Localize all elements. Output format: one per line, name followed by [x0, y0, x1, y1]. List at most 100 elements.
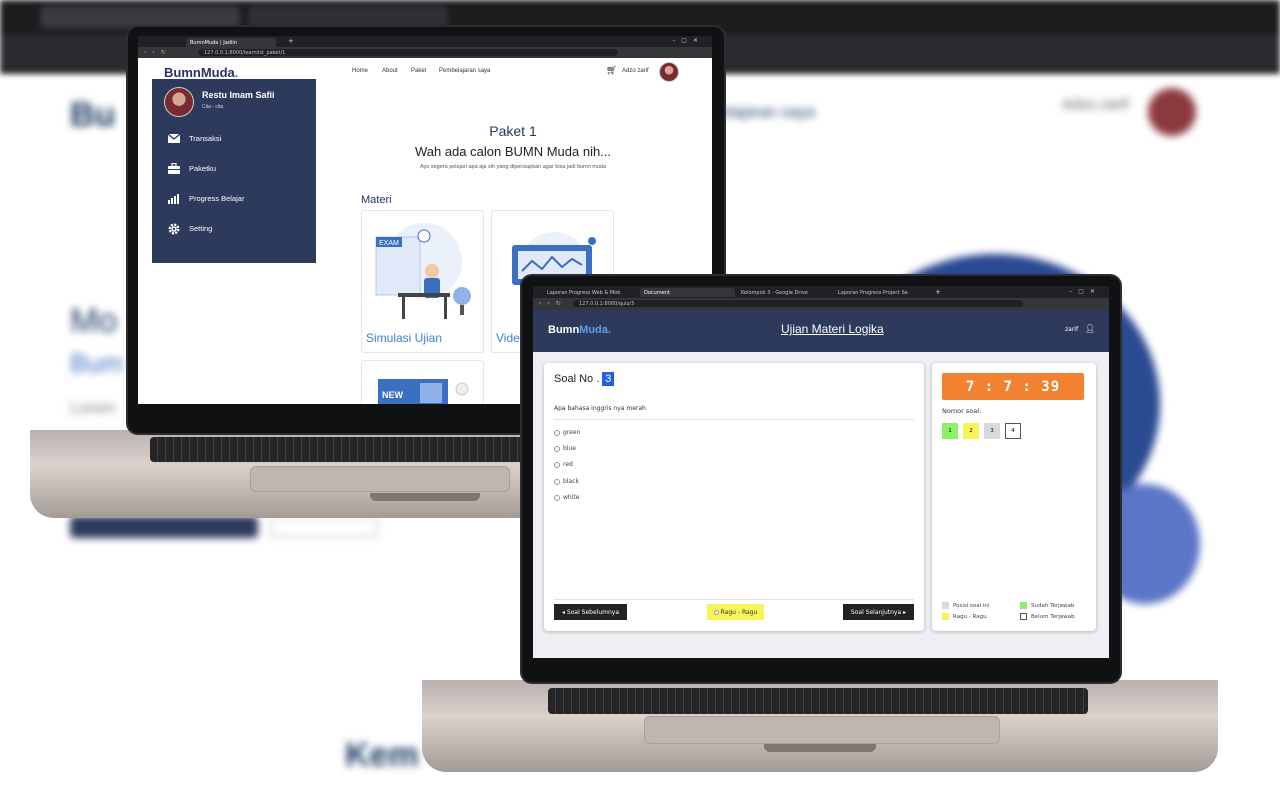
laptop-2-trackpad	[644, 716, 1000, 744]
radio-icon[interactable]	[554, 478, 560, 485]
page-subtitle: Ayo segera pelajari apa aja sih yang dip…	[419, 164, 607, 170]
sidebar: Restu Imam Safii Cita - cita Transaksi P…	[152, 79, 316, 263]
nav-avatar[interactable]	[659, 62, 679, 82]
sidebar-avatar	[164, 87, 194, 117]
nav-arrows-icon[interactable]: ‹›↻	[539, 300, 567, 307]
nav-link-pembelajaran[interactable]: Pembelajaran saya	[439, 68, 490, 74]
doubt-button[interactable]: Ragu - Ragu	[707, 604, 764, 620]
option-label: red	[563, 461, 573, 468]
browser-tab[interactable]: Laporan Progress Web & Mob	[543, 288, 638, 297]
laptop-2-hinge	[764, 744, 876, 752]
background-subheadline: Bum	[70, 348, 124, 378]
user-icon[interactable]: 👤︎	[1085, 324, 1095, 333]
legend-label: Posisi soal ini	[953, 602, 990, 609]
radio-icon[interactable]	[554, 461, 560, 468]
legend-swatch	[942, 602, 949, 609]
tab-title: Kelompok 3 - Google Drive	[741, 290, 808, 296]
quiz-logo[interactable]: BumnMuda.	[548, 324, 611, 336]
page-headline: Wah ada calon BUMN Muda nih...	[414, 144, 612, 159]
sidebar-item-label: Progress Belajar	[189, 194, 245, 203]
laptop-1-trackpad	[250, 466, 510, 492]
legend-swatch	[1020, 613, 1027, 620]
browser-tab[interactable]: BumnMuda | Jadiin	[186, 38, 276, 47]
next-question-button[interactable]: Soal Selanjutnya ▸	[843, 604, 914, 620]
nav-link-home[interactable]: Home	[352, 68, 368, 74]
window-controls-icon[interactable]: –▢✕	[672, 37, 704, 44]
nav-link-paket[interactable]: Paket	[411, 68, 426, 74]
header-user-name[interactable]: zarif	[1065, 326, 1078, 333]
divider	[554, 419, 914, 420]
sidebar-item-label: Paketku	[189, 164, 217, 173]
tab-title: BumnMuda | Jadiin	[190, 40, 237, 46]
address-bar[interactable]: 127.0.0.1:8000/quiz/3	[573, 300, 1023, 307]
answer-option[interactable]: green	[554, 429, 580, 436]
sidebar-item-transaksi[interactable]: Transaksi	[167, 133, 221, 144]
nav-arrows-icon[interactable]: ‹›↻	[144, 49, 172, 56]
new-tab-icon[interactable]: +	[288, 37, 294, 45]
nav-link-about[interactable]: About	[382, 68, 398, 74]
materi-label: Materi	[361, 194, 392, 206]
browser-tab-active[interactable]: Document	[640, 288, 735, 297]
mail-icon	[167, 133, 181, 144]
address-text: 127.0.0.1:8000/learnlist_paket/1	[204, 50, 286, 56]
legend-item: Ragu - Ragu	[942, 613, 987, 620]
laptop-1-browser-chrome: BumnMuda | Jadiin + –▢✕ ‹›↻ 127.0.0.1:80…	[138, 36, 712, 58]
question-number-badge: 3	[602, 372, 615, 386]
laptop-2-screen: Laporan Progress Web & Mob Document Kelo…	[533, 286, 1109, 658]
question-number-button[interactable]: 2	[963, 423, 979, 439]
card-title: Simulasi Ujian	[366, 331, 443, 345]
legend-swatch	[942, 613, 949, 620]
address-text: 127.0.0.1:8000/quiz/3	[579, 301, 635, 307]
answer-option[interactable]: white	[554, 494, 579, 501]
cart-icon[interactable]: 🛒︎	[606, 66, 617, 76]
background-button	[70, 516, 258, 538]
laptop-2-browser-chrome: Laporan Progress Web & Mob Document Kelo…	[533, 286, 1109, 310]
sidebar-item-setting[interactable]: Setting	[168, 223, 213, 235]
window-controls-icon[interactable]: –▢✕	[1069, 288, 1101, 295]
nav-user-name[interactable]: Adzo zarif	[622, 68, 649, 74]
divider	[554, 599, 914, 600]
radio-icon[interactable]	[554, 494, 560, 501]
question-text: Apa bahasa inggris nya merah	[554, 405, 646, 412]
site-logo[interactable]: BumnMuda.	[164, 65, 238, 80]
briefcase-icon	[168, 162, 180, 174]
new-illustration: NEW	[378, 379, 469, 404]
answer-option[interactable]: red	[554, 461, 573, 468]
tab-title: Laporan Progress Project Se	[838, 290, 908, 296]
question-label: Soal No .	[554, 373, 600, 385]
exam-illustration-text: EXAM	[379, 240, 399, 247]
background-nav-text: elajaran saya	[720, 104, 816, 121]
countdown-timer: 7 : 7 : 39	[942, 373, 1084, 400]
sidebar-item-progress[interactable]: Progress Belajar	[168, 193, 244, 204]
quiz-page: BumnMuda. Ujian Materi Logika zarif 👤︎ S…	[533, 310, 1109, 658]
question-number-button[interactable]: 1	[942, 423, 958, 439]
sidebar-item-label: Setting	[189, 224, 213, 233]
card-title: Vide	[496, 331, 520, 345]
legend-swatch	[1020, 602, 1027, 609]
button-label: Soal Sebelumnya	[566, 608, 619, 616]
tab-title: Document	[644, 290, 670, 296]
radio-icon[interactable]	[554, 429, 560, 436]
quiz-title: Ujian Materi Logika	[781, 322, 884, 336]
prev-question-button[interactable]: ◂ Soal Sebelumnya	[554, 604, 627, 620]
question-number-button[interactable]: 4	[1005, 423, 1021, 439]
browser-tab[interactable]: Kelompok 3 - Google Drive	[737, 288, 832, 297]
legend-item: Belum Terjawab	[1020, 613, 1075, 620]
card-simulasi-ujian[interactable]: EXAM Simulasi Ujian	[361, 210, 484, 353]
radio-icon[interactable]	[554, 445, 560, 452]
background-button-outline	[270, 516, 378, 538]
button-label: Ragu - Ragu	[720, 608, 758, 616]
answer-option[interactable]: blue	[554, 445, 576, 452]
question-number-button[interactable]: 3	[984, 423, 1000, 439]
sidebar-item-paketku[interactable]: Paketku	[168, 162, 217, 174]
page-title: Paket 1	[489, 123, 537, 139]
address-bar[interactable]: 127.0.0.1:8000/learnlist_paket/1	[198, 49, 618, 56]
numbers-label: Nomor soal:	[942, 407, 982, 415]
option-label: green	[563, 429, 581, 436]
new-tab-icon[interactable]: +	[935, 288, 941, 296]
card-new[interactable]: NEW	[361, 360, 484, 404]
radio-icon[interactable]	[713, 609, 719, 615]
browser-tab[interactable]: Laporan Progress Project Se	[834, 288, 929, 297]
answer-option[interactable]: black	[554, 478, 579, 485]
quiz-header: BumnMuda. Ujian Materi Logika zarif 👤︎	[533, 310, 1109, 352]
